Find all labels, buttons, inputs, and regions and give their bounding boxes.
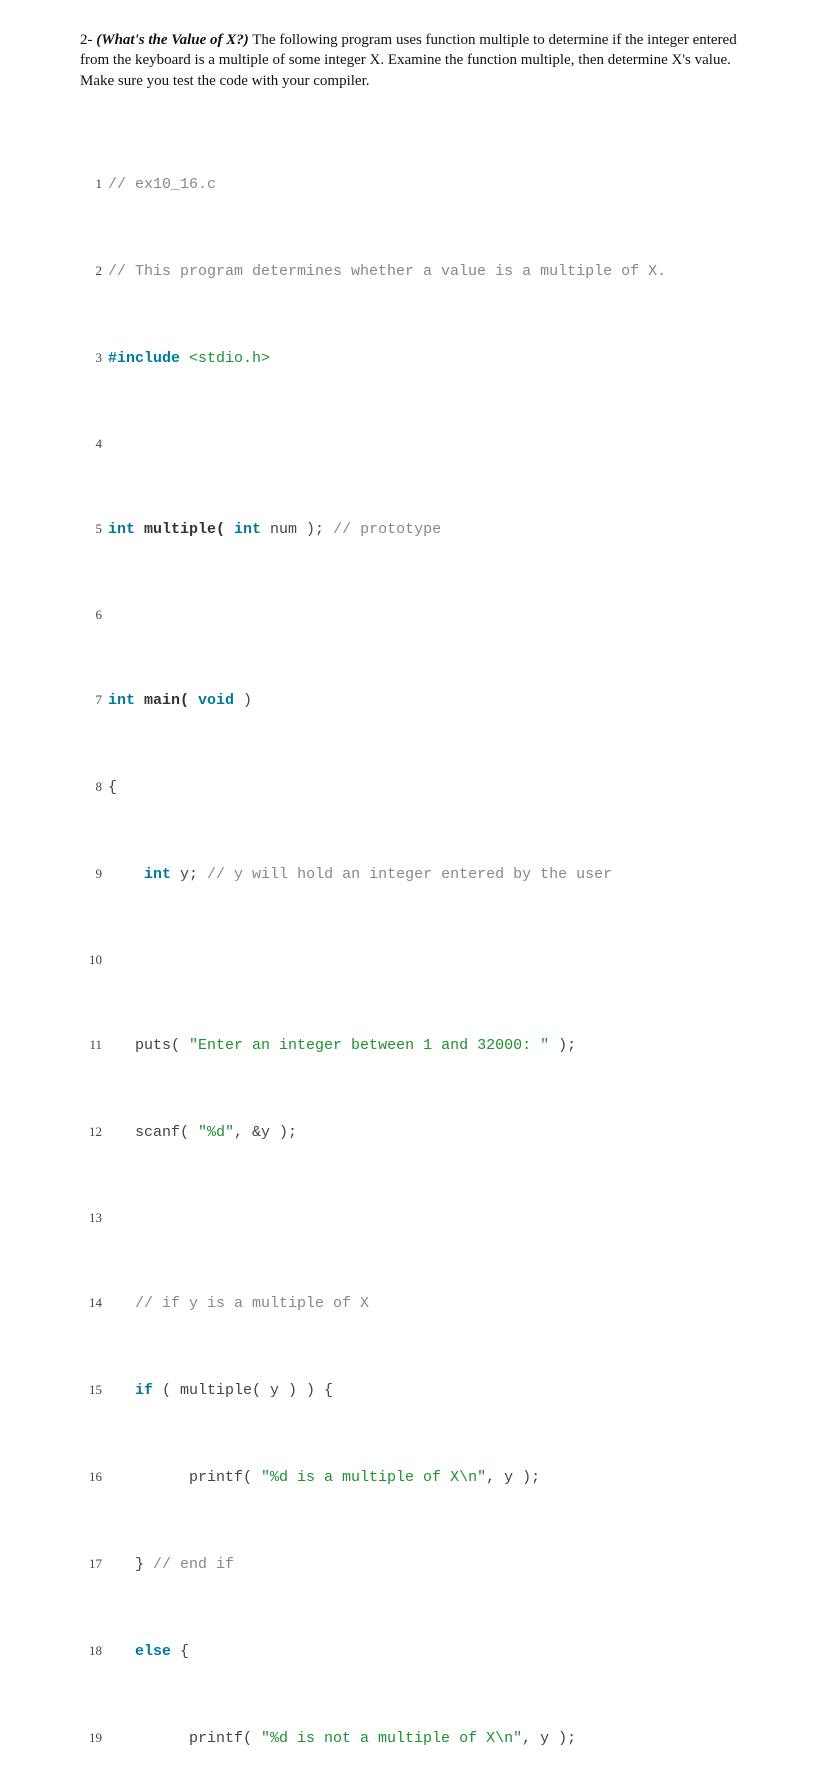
code-line: 6 xyxy=(80,606,753,625)
code-line: 5 int multiple( int num ); // prototype xyxy=(80,519,753,541)
code-text: ) xyxy=(234,690,252,712)
line-number: 10 xyxy=(80,951,102,970)
string-literal: "Enter an integer between 1 and 32000: " xyxy=(180,1035,549,1057)
line-number: 7 xyxy=(80,691,102,710)
code-line: 19 printf( "%d is not a multiple of X\n"… xyxy=(80,1728,753,1750)
code-text: } xyxy=(135,1554,144,1576)
code-line: 15 if ( multiple( y ) ) { xyxy=(80,1380,753,1402)
code-text: y; xyxy=(171,864,198,886)
line-number: 9 xyxy=(80,865,102,884)
line-number: 17 xyxy=(80,1555,102,1574)
keyword: void xyxy=(189,690,234,712)
line-number: 3 xyxy=(80,349,102,368)
include-header: <stdio.h> xyxy=(180,348,270,370)
code-text: ); xyxy=(549,1035,576,1057)
question-title: (What's the Value of X?) xyxy=(96,32,249,48)
line-number: 2 xyxy=(80,262,102,281)
code-text: scanf( xyxy=(135,1122,189,1144)
code-text: , y ); xyxy=(522,1728,576,1750)
indent xyxy=(108,1035,135,1057)
code-line: 14 // if y is a multiple of X xyxy=(80,1293,753,1315)
code-line: 10 xyxy=(80,951,753,970)
indent xyxy=(108,1554,135,1576)
string-literal: "%d is a multiple of X\n" xyxy=(252,1467,486,1489)
keyword: else xyxy=(135,1641,171,1663)
code-line: 9 int y; // y will hold an integer enter… xyxy=(80,864,753,886)
indent xyxy=(108,1380,135,1402)
line-number: 6 xyxy=(80,606,102,625)
code-text: , y ); xyxy=(486,1467,540,1489)
keyword: int xyxy=(225,519,261,541)
comment: // if y is a multiple of X xyxy=(135,1293,369,1315)
keyword: int xyxy=(108,519,135,541)
indent xyxy=(108,1122,135,1144)
line-number: 1 xyxy=(80,175,102,194)
code-text: puts( xyxy=(135,1035,180,1057)
code-line: 12 scanf( "%d", &y ); xyxy=(80,1122,753,1144)
line-number: 15 xyxy=(80,1381,102,1400)
comment: // end if xyxy=(144,1554,234,1576)
indent xyxy=(108,1293,135,1315)
keyword: int xyxy=(144,864,171,886)
keyword: if xyxy=(135,1380,153,1402)
line-number: 16 xyxy=(80,1468,102,1487)
comment: // y will hold an integer entered by the… xyxy=(198,864,612,886)
code-text: { xyxy=(171,1641,189,1663)
code-line: 11 puts( "Enter an integer between 1 and… xyxy=(80,1035,753,1057)
code-line: 1 // ex10_16.c xyxy=(80,174,753,196)
code-line: 17 } // end if xyxy=(80,1554,753,1576)
code-text: { xyxy=(108,777,117,799)
identifier: main( xyxy=(135,690,189,712)
keyword: int xyxy=(108,690,135,712)
code-text: , &y ); xyxy=(234,1122,297,1144)
code-text: printf( xyxy=(189,1467,252,1489)
page: 2- (What's the Value of X?) The followin… xyxy=(0,0,833,1784)
code-line: 18 else { xyxy=(80,1641,753,1663)
code-line: 3 #include <stdio.h> xyxy=(80,348,753,370)
identifier: multiple( xyxy=(135,519,225,541)
string-literal: "%d" xyxy=(189,1122,234,1144)
string-literal: "%d is not a multiple of X\n" xyxy=(252,1728,522,1750)
code-line: 4 xyxy=(80,435,753,454)
indent xyxy=(108,1641,135,1663)
comment: // prototype xyxy=(324,519,441,541)
code-line: 7 int main( void ) xyxy=(80,690,753,712)
code-text: printf( xyxy=(189,1728,252,1750)
comment: // This program determines whether a val… xyxy=(108,261,666,283)
code-line: 8{ xyxy=(80,777,753,799)
line-number: 8 xyxy=(80,778,102,797)
line-number: 4 xyxy=(80,435,102,454)
code-listing: 1 // ex10_16.c 2 // This program determine… xyxy=(80,109,753,1784)
line-number: 12 xyxy=(80,1123,102,1142)
indent xyxy=(108,1728,189,1750)
line-number: 18 xyxy=(80,1642,102,1661)
question-number: 2- xyxy=(80,32,93,48)
line-number: 19 xyxy=(80,1729,102,1748)
preprocessor: #include xyxy=(108,348,180,370)
line-number: 13 xyxy=(80,1209,102,1228)
indent xyxy=(108,1467,189,1489)
line-number: 11 xyxy=(80,1036,102,1055)
line-number: 14 xyxy=(80,1294,102,1313)
line-number: 5 xyxy=(80,520,102,539)
question-prompt: 2- (What's the Value of X?) The followin… xyxy=(80,30,753,91)
indent xyxy=(108,864,144,886)
comment: // ex10_16.c xyxy=(108,174,216,196)
code-line: 16 printf( "%d is a multiple of X\n", y … xyxy=(80,1467,753,1489)
code-line: 2 // This program determines whether a va… xyxy=(80,261,753,283)
code-line: 13 xyxy=(80,1209,753,1228)
code-text: num ); xyxy=(261,519,324,541)
code-text: ( multiple( y ) ) { xyxy=(153,1380,333,1402)
